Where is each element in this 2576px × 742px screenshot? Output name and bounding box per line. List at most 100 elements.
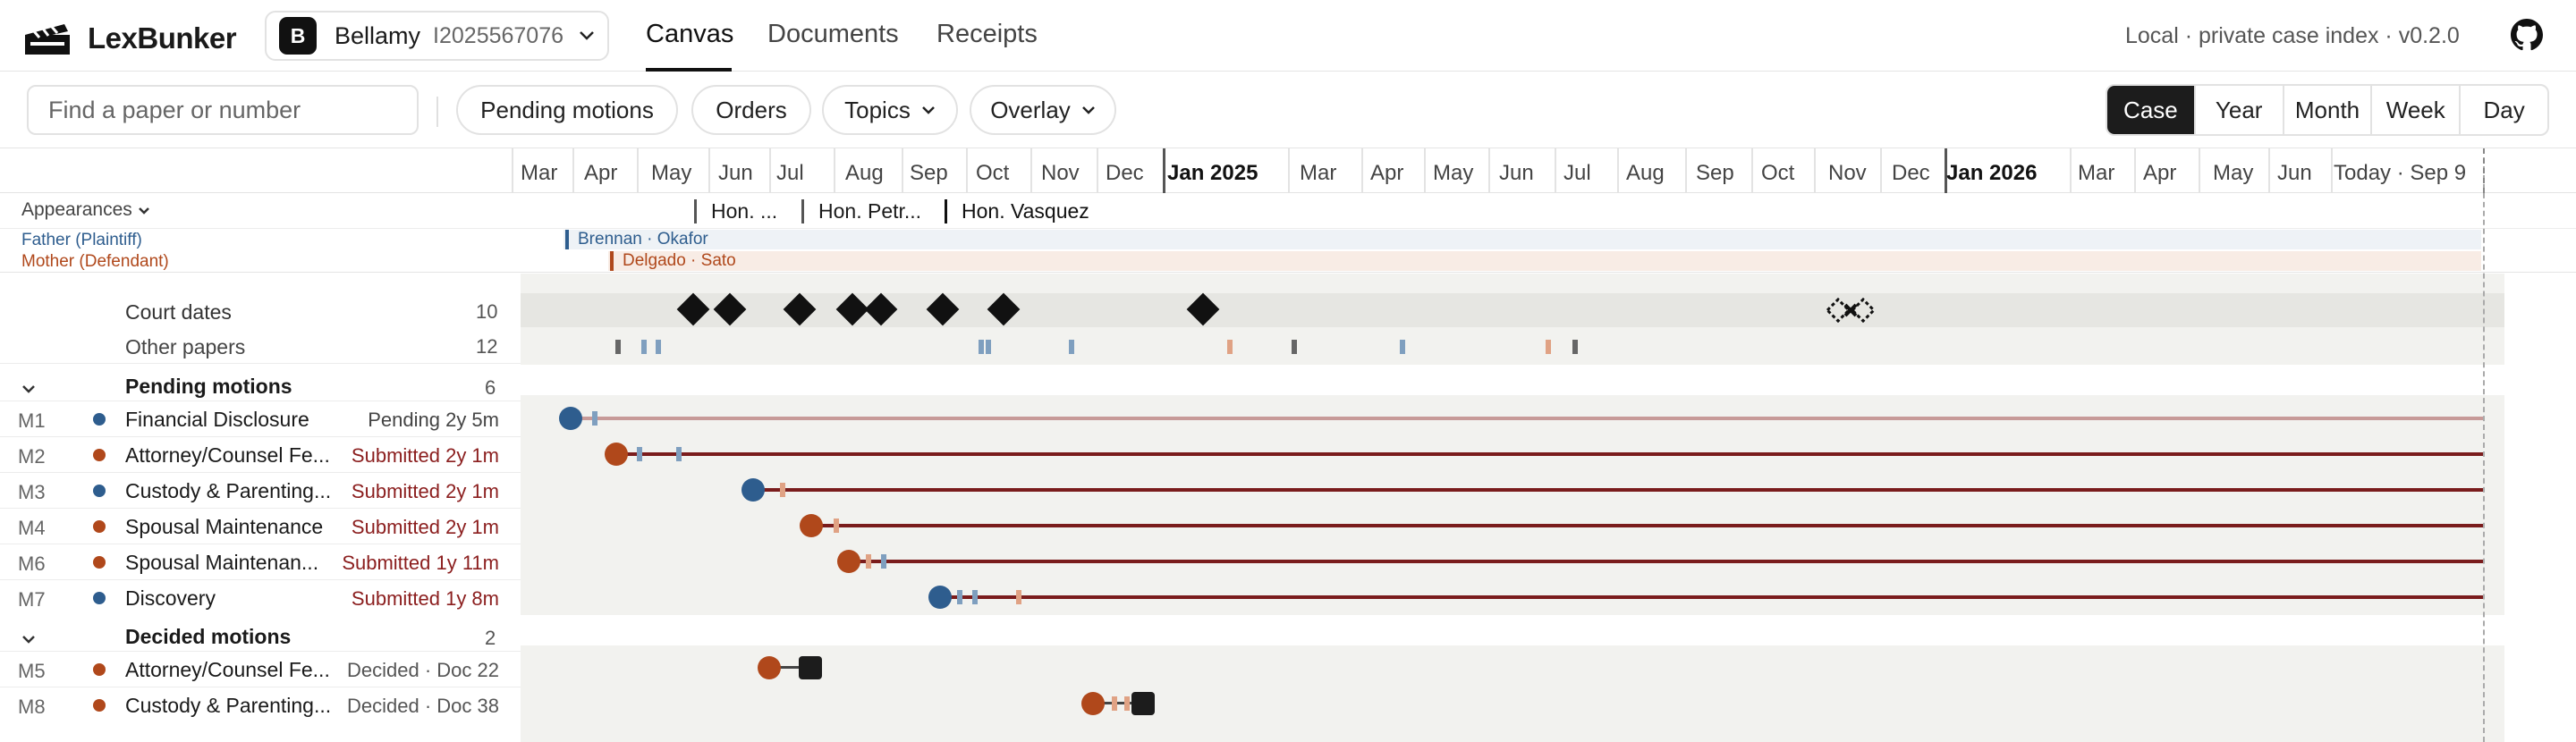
group-count: 2 (485, 627, 496, 649)
scale-week-button[interactable]: Week (2370, 86, 2459, 134)
motion-status: Submitted 2y 1m (351, 444, 499, 467)
party-dot (93, 663, 106, 676)
tab-receipts[interactable]: Receipts (936, 20, 1038, 49)
motion-row[interactable]: M5 Attorney/Counsel Fe... Decided · Doc … (0, 651, 2576, 687)
axis-gridline (902, 148, 903, 193)
motion-duration-line[interactable] (753, 488, 2483, 492)
tab-documents[interactable]: Documents (767, 20, 899, 49)
orders-chip[interactable]: Orders (691, 85, 811, 135)
paper-marker[interactable] (986, 340, 991, 354)
paper-marker[interactable] (592, 411, 597, 426)
paper-marker[interactable] (834, 519, 839, 533)
pending-motions-chip[interactable]: Pending motions (456, 85, 678, 135)
topics-dropdown[interactable]: Topics (822, 85, 958, 135)
axis-tick-label: Jun (718, 161, 753, 185)
group-title-decided[interactable]: Decided motions (125, 625, 291, 649)
paper-marker[interactable] (637, 447, 642, 461)
paper-marker[interactable] (979, 340, 984, 354)
motion-row[interactable]: M8 Custody & Parenting... Decided · Doc … (0, 687, 2576, 722)
scale-case-button[interactable]: Case (2107, 86, 2194, 134)
divider (0, 472, 521, 473)
tab-canvas[interactable]: Canvas (646, 20, 733, 49)
motion-duration-line[interactable] (616, 452, 2483, 456)
motion-filed-dot[interactable] (741, 478, 765, 502)
motion-filed-dot[interactable] (559, 407, 582, 430)
judge-label[interactable]: Hon. ... (694, 199, 777, 223)
motion-filed-dot[interactable] (605, 443, 628, 466)
decision-marker[interactable] (1131, 692, 1155, 715)
motion-duration-line[interactable] (571, 417, 2483, 420)
motion-filed-dot[interactable] (758, 656, 781, 679)
motion-filed-dot[interactable] (837, 550, 860, 573)
party-dot (93, 699, 106, 712)
case-name: Bellamy (335, 21, 421, 49)
paper-marker[interactable] (1227, 340, 1233, 354)
chevron-down-icon (921, 105, 935, 114)
motion-status: Submitted 2y 1m (351, 480, 499, 502)
overlay-dropdown[interactable]: Overlay (970, 85, 1116, 135)
axis-tick-label: Dec (1106, 161, 1144, 185)
axis-tick-label: Today · Sep 9 (2334, 161, 2467, 185)
motion-duration-line[interactable] (811, 524, 2483, 527)
counsel-bar (564, 230, 2481, 249)
motion-status: Pending 2y 5m (368, 409, 499, 431)
search-input[interactable]: Find a paper or number (27, 85, 419, 135)
paper-marker[interactable] (1016, 590, 1021, 604)
counsel-name[interactable]: Brennan · Okafor (565, 230, 708, 249)
axis-gridline (1685, 148, 1687, 193)
judge-label[interactable]: Hon. Petr... (801, 199, 921, 223)
axis-tick-label: Oct (1761, 161, 1795, 185)
paper-marker[interactable] (1069, 340, 1074, 354)
axis-gridline (2199, 148, 2200, 193)
group-title-pending[interactable]: Pending motions (125, 375, 292, 399)
party-dot (93, 556, 106, 569)
motion-duration-line[interactable] (849, 560, 2483, 563)
motion-duration-line[interactable] (940, 595, 2483, 599)
axis-tick-label: Mar (521, 161, 558, 185)
chevron-down-icon[interactable] (21, 384, 36, 394)
motion-filed-dot[interactable] (1081, 692, 1105, 715)
counsel-name[interactable]: Delgado · Sato (610, 251, 736, 271)
axis-gridline (1361, 148, 1363, 193)
motion-status: Submitted 2y 1m (351, 516, 499, 538)
paper-marker[interactable] (780, 483, 785, 497)
scale-month-button[interactable]: Month (2282, 86, 2371, 134)
appearances-toggle[interactable]: Appearances (21, 199, 150, 221)
axis-tick-label: Sep (910, 161, 948, 185)
paper-marker[interactable] (972, 590, 978, 604)
other-papers-label[interactable]: Other papers (125, 335, 245, 359)
scale-day-button[interactable]: Day (2459, 86, 2547, 134)
decision-marker[interactable] (799, 656, 822, 679)
party-role: Mother (Defendant) (21, 252, 169, 271)
paper-marker[interactable] (656, 340, 661, 354)
github-icon[interactable] (2511, 19, 2543, 51)
today-axis-marker (2483, 148, 2485, 193)
paper-marker[interactable] (1546, 340, 1551, 354)
judge-label[interactable]: Hon. Vasquez (945, 199, 1089, 223)
paper-marker[interactable] (615, 340, 621, 354)
party-row-mother: Mother (Defendant) Delgado · Sato (0, 250, 2576, 272)
paper-marker[interactable] (641, 340, 647, 354)
paper-marker[interactable] (676, 447, 682, 461)
app-logo[interactable]: LexBunker (25, 21, 237, 55)
motion-title: Discovery (125, 586, 216, 610)
paper-marker[interactable] (1292, 340, 1297, 354)
axis-tick-label: Nov (1041, 161, 1080, 185)
court-dates-label[interactable]: Court dates (125, 300, 232, 325)
today-marker (2483, 148, 2485, 742)
scale-year-button[interactable]: Year (2193, 86, 2283, 134)
court-date-cluster-icon[interactable] (1822, 294, 1879, 326)
chevron-down-icon[interactable] (21, 635, 36, 645)
paper-marker[interactable] (1572, 340, 1578, 354)
paper-marker[interactable] (1124, 696, 1130, 711)
motion-filed-dot[interactable] (928, 586, 952, 609)
paper-marker[interactable] (1112, 696, 1117, 711)
paper-marker[interactable] (866, 554, 871, 569)
motion-filed-dot[interactable] (800, 514, 823, 537)
axis-tick-label: Jan 2026 (1946, 161, 2038, 185)
paper-marker[interactable] (881, 554, 886, 569)
case-selector[interactable]: B Bellamy I2025567076 (265, 11, 609, 61)
paper-marker[interactable] (1400, 340, 1405, 354)
chevron-down-icon (138, 207, 149, 215)
paper-marker[interactable] (957, 590, 962, 604)
